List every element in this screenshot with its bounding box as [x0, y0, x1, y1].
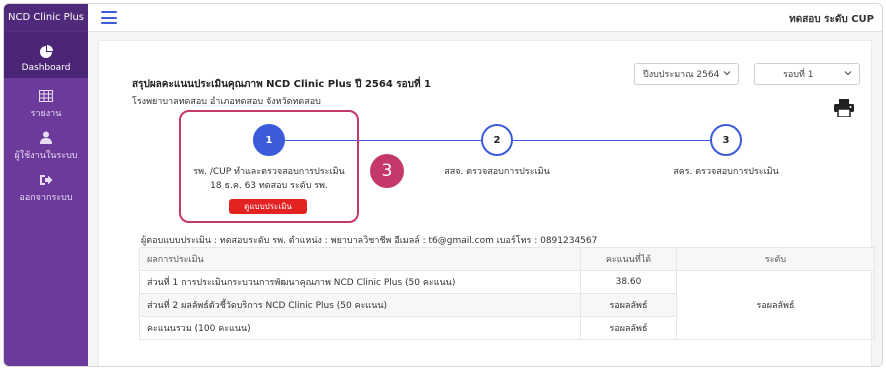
results-table: ผลการประเมิน คะแนนที่ได้ ระดับ ส่วนที่ 1… — [139, 247, 875, 340]
top-bar: ทดสอบ ระดับ CUP — [88, 4, 882, 32]
app-window: NCD Clinic Plus Dashboard รายงาน ผู้ใช้ง… — [3, 3, 883, 367]
column-header: ผลการประเมิน — [139, 247, 581, 271]
sidebar-item-label: รายงาน — [30, 109, 62, 119]
menu-toggle-icon[interactable] — [101, 11, 117, 24]
table-cell: รอผลลัพธ์ — [580, 293, 677, 317]
step-3-circle: 3 — [710, 124, 742, 156]
sidebar-item-dashboard[interactable]: Dashboard — [4, 32, 88, 78]
annotation-badge: 3 — [370, 154, 404, 188]
table-cell: ส่วนที่ 2 ผลลัพธ์ตัวชี้วัดบริการ NCD Cli… — [139, 293, 581, 317]
main-content: สรุปผลคะแนนประเมินคุณภาพ NCD Clinic Plus… — [88, 32, 882, 366]
sidebar: NCD Clinic Plus Dashboard รายงาน ผู้ใช้ง… — [4, 4, 88, 366]
sign-out-icon — [39, 172, 53, 187]
sidebar-item-label: ออกจากระบบ — [19, 193, 73, 203]
evaluator-info: ผู้ตอบแบบประเมิน : ทดสอบระดับ รพ. ตำแหน่… — [141, 236, 598, 246]
page-title: สรุปผลคะแนนประเมินคุณภาพ NCD Clinic Plus… — [132, 79, 432, 90]
print-icon[interactable] — [834, 99, 854, 117]
page-subtitle: โรงพยาบาลทดสอบ อำเภอทดสอบ จังหวัดทดสอบ — [132, 97, 321, 107]
year-select[interactable]: ปีงบประมาณ 2564 — [634, 63, 739, 85]
table-icon — [39, 88, 53, 103]
column-header: ระดับ — [676, 247, 875, 271]
step-1-highlight — [179, 110, 359, 223]
summary-card: สรุปผลคะแนนประเมินคุณภาพ NCD Clinic Plus… — [98, 40, 875, 366]
level-cell: รอผลลัพธ์ — [676, 270, 875, 340]
sidebar-item-logout[interactable]: ออกจากระบบ — [4, 162, 88, 204]
sidebar-item-label: ผู้ใช้งานในระบบ — [14, 151, 78, 161]
user-name[interactable]: ทดสอบ ระดับ CUP — [789, 12, 874, 27]
round-select[interactable]: รอบที่ 1 — [754, 63, 860, 85]
step-3-label: สคร. ตรวจสอบการประเมิน — [673, 167, 779, 177]
table-cell: รอผลลัพธ์ — [580, 316, 677, 340]
year-select-value: ปีงบประมาณ 2564 — [643, 70, 720, 80]
table-header-row: ผลการประเมิน คะแนนที่ได้ ระดับ — [139, 247, 875, 271]
step-2-label: สสจ. ตรวจสอบการประเมิน — [444, 167, 550, 177]
step-2-circle: 2 — [481, 124, 513, 156]
column-header: คะแนนที่ได้ — [580, 247, 677, 271]
user-icon — [40, 130, 52, 145]
pie-chart-icon — [39, 44, 53, 60]
round-select-value: รอบที่ 1 — [783, 70, 814, 80]
sidebar-item-label: Dashboard — [21, 63, 71, 73]
chevron-down-icon — [844, 71, 852, 76]
table-row: ส่วนที่ 1 การประเมินกระบวนการพัฒนาคุณภาพ… — [139, 270, 875, 340]
sidebar-item-report[interactable]: รายงาน — [4, 78, 88, 120]
chevron-down-icon — [723, 71, 731, 76]
brand-logo[interactable]: NCD Clinic Plus — [4, 4, 88, 32]
step-connector — [513, 140, 710, 141]
sidebar-item-users[interactable]: ผู้ใช้งานในระบบ — [4, 120, 88, 162]
table-cell: ส่วนที่ 1 การประเมินกระบวนการพัฒนาคุณภาพ… — [139, 270, 581, 294]
table-cell: คะแนนรวม (100 คะแนน) — [139, 316, 581, 340]
table-cell: 38.60 — [580, 270, 677, 294]
